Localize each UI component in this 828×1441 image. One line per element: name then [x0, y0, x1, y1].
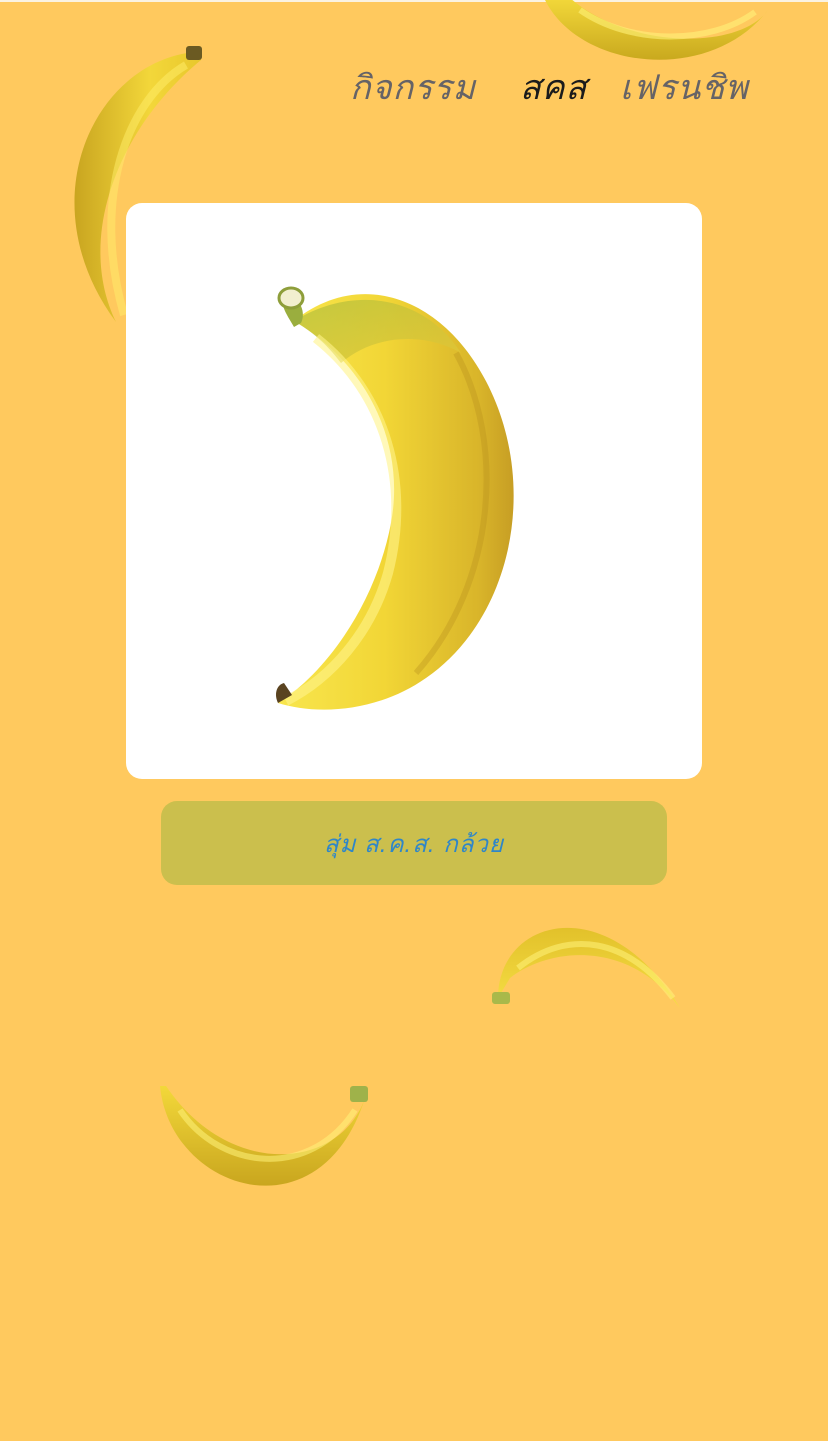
banana-card — [126, 203, 702, 779]
nav-item-greeting-cards[interactable]: สคส — [520, 62, 587, 114]
banana-decoration-bottom-left — [160, 1086, 368, 1186]
nav-item-franchise[interactable]: เฟรนชิพ — [620, 62, 749, 114]
random-greeting-card-button[interactable]: สุ่ม ส.ค.ส. กล้วย — [161, 801, 667, 885]
nav-item-activities[interactable]: กิจกรรม — [350, 62, 476, 114]
top-navigation: กิจกรรม สคส เฟรนชิพ — [0, 62, 828, 122]
banana-decoration-middle-right — [492, 927, 680, 1008]
banana-image — [276, 286, 514, 710]
